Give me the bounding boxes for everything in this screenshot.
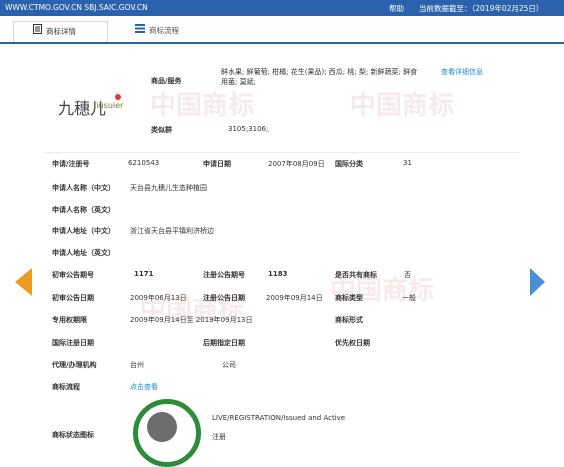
flow-label: 商标流程 — [52, 383, 80, 391]
intl-reg-date-label: 国际注册日期 — [52, 339, 94, 347]
reg-no-label: 申请/注册号 — [52, 160, 90, 168]
shared: 否 — [404, 271, 411, 279]
tab-bar: 商标详情 商标流程 — [0, 21, 564, 44]
address-en-label: 申请人地址（英文） — [52, 249, 115, 257]
exclusive-label: 专用权期限 — [52, 316, 87, 324]
data-date: 当前数据截至：（2019年02月25日） — [419, 4, 544, 13]
intl-class: 31 — [403, 159, 412, 167]
type-label: 商标类型 — [335, 294, 363, 302]
next-arrow-icon[interactable] — [530, 268, 545, 296]
flow-link[interactable]: 点击查看 — [130, 382, 158, 392]
agent-prefix: 台州 — [130, 361, 144, 369]
watermark: 中国商标 — [350, 91, 455, 121]
tab-label: 商标详情 — [46, 27, 76, 36]
status-text: LIVE/REGISTRATION/Issued and Active — [212, 414, 346, 422]
tab-trademark-detail[interactable]: 商标详情 — [13, 21, 108, 42]
intl-class-label: 国际分类 — [335, 160, 363, 168]
agent-label: 代理/办理机构 — [52, 361, 97, 369]
reg-notice-no: 1183 — [268, 270, 288, 278]
class-group-label: 类似群 — [151, 126, 172, 134]
applicant-cn: 天台县九穗儿生态种植园 — [130, 184, 207, 192]
prelim-date-label: 初审公告日期 — [52, 294, 94, 302]
applicant-en-label: 申请人名称（英文） — [52, 206, 115, 214]
top-bar: WWW.CTMO.GOV.CN SBJ.SAIC.GOV.CN 帮助 当前数据截… — [0, 0, 564, 16]
prelim-date: 2009年06月13日 — [130, 294, 187, 302]
class-group-value: 3105;3106; — [228, 125, 269, 133]
reg-notice-date: 2009年09月14日 — [266, 294, 323, 302]
logo-dot — [115, 94, 121, 100]
tab-label: 商标流程 — [149, 26, 179, 35]
reg-notice-no-label: 注册公告期号 — [203, 271, 245, 279]
logo-text-en: Jiusuier — [94, 101, 124, 110]
goods-more-link[interactable]: 查看详细信息 — [441, 67, 483, 77]
form-label: 商标形式 — [335, 316, 363, 324]
prelim-no-label: 初审公告期号 — [52, 271, 94, 279]
site-url: WWW.CTMO.GOV.CN SBJ.SAIC.GOV.CN — [5, 3, 148, 12]
applicant-cn-label: 申请人名称（中文） — [52, 184, 115, 192]
status-cn: 注册 — [212, 433, 226, 441]
help-link[interactable]: 帮助 — [389, 3, 404, 14]
list-icon — [135, 21, 145, 41]
goods-label: 商品/服务 — [151, 77, 182, 85]
later-date-label: 后期指定日期 — [203, 339, 245, 347]
prelim-no: 1171 — [134, 270, 154, 278]
apply-date: 2007年08月09日 — [268, 160, 325, 168]
priority-date-label: 优先权日期 — [335, 339, 370, 347]
shared-label: 是否共有商标 — [335, 271, 377, 279]
agent-suffix: 公司 — [222, 361, 236, 369]
prev-arrow-icon[interactable] — [15, 268, 32, 296]
address-cn-label: 申请人地址（中文） — [52, 227, 115, 235]
reg-notice-date-label: 注册公告日期 — [203, 294, 245, 302]
document-icon — [33, 22, 42, 42]
apply-date-label: 申请日期 — [203, 160, 231, 168]
watermark: 中国商标 — [150, 91, 255, 121]
status-seal-center — [147, 412, 177, 442]
type: 一般 — [402, 294, 416, 302]
divider — [44, 152, 520, 153]
goods-value: 鲜水果; 鲜葡萄; 柑橘; 花生(果品); 西瓜; 桃; 梨; 新鲜蔬菜; 鲜食… — [221, 68, 418, 86]
tab-trademark-flow[interactable]: 商标流程 — [123, 21, 213, 41]
exclusive: 2009年09月14日至 2019年09月13日 — [130, 316, 253, 324]
address-cn: 浙江省天台县平镇利济桥边 — [130, 227, 214, 235]
reg-no: 6210543 — [128, 159, 160, 167]
